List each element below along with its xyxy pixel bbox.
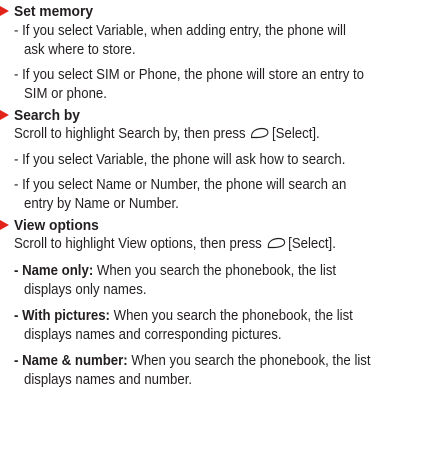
- view-option-name-number-line-2: displays names and number.: [24, 371, 193, 388]
- set-memory-item-2-line-1: - If you select SIM or Phone, the phone …: [14, 66, 364, 83]
- view-option-name-only-line-1: - Name only: When you search the phonebo…: [14, 261, 336, 280]
- search-by-item-2-line-1: - If you select Name or Number, the phon…: [14, 176, 347, 193]
- view-option-desc: When you search the phonebook, the list: [131, 352, 371, 369]
- search-by-item-1-line-1: - If you select Variable, the phone will…: [14, 151, 346, 168]
- set-memory-item-1-line-2: ask where to store.: [24, 41, 136, 58]
- view-option-term: - With pictures:: [14, 307, 110, 324]
- search-by-intro-text: Scroll to highlight Search by, then pres…: [14, 125, 246, 142]
- view-option-desc: When you search the phonebook, the list: [113, 307, 353, 324]
- view-option-term: - Name only:: [14, 262, 94, 279]
- view-option-name-number-line-1: - Name & number: When you search the pho…: [14, 351, 371, 370]
- view-option-term: - Name & number:: [14, 352, 128, 369]
- set-memory-heading-row: Set memory: [0, 2, 100, 20]
- view-option-with-pictures-line-1: - With pictures: When you search the pho…: [14, 306, 353, 325]
- manual-page: Set memory - If you select Variable, whe…: [0, 0, 431, 456]
- view-options-intro-select: [Select].: [288, 235, 336, 252]
- search-by-heading-row: Search by: [0, 106, 86, 124]
- set-memory-heading: Set memory: [14, 2, 94, 20]
- view-option-name-only-line-2: displays only names.: [24, 281, 147, 298]
- search-by-heading: Search by: [14, 106, 80, 124]
- set-memory-item-2-line-2: SIM or phone.: [24, 85, 107, 102]
- soft-key-icon: [251, 127, 269, 139]
- search-by-intro-select: [Select].: [272, 125, 320, 142]
- red-triangle-bullet-icon: [0, 110, 9, 120]
- view-options-intro: Scroll to highlight View options, then p…: [14, 234, 336, 253]
- view-option-with-pictures-line-2: displays names and corresponding picture…: [24, 326, 282, 343]
- search-by-item-2-line-2: entry by Name or Number.: [24, 195, 179, 212]
- view-options-intro-text: Scroll to highlight View options, then p…: [14, 235, 262, 252]
- soft-key-icon: [267, 237, 285, 249]
- search-by-intro: Scroll to highlight Search by, then pres…: [14, 124, 320, 143]
- view-option-desc: When you search the phonebook, the list: [96, 262, 337, 279]
- view-options-heading-row: View options: [0, 216, 106, 234]
- view-options-heading: View options: [14, 216, 99, 234]
- red-triangle-bullet-icon: [0, 220, 9, 230]
- set-memory-item-1-line-1: - If you select Variable, when adding en…: [14, 22, 346, 39]
- red-triangle-bullet-icon: [0, 6, 9, 16]
